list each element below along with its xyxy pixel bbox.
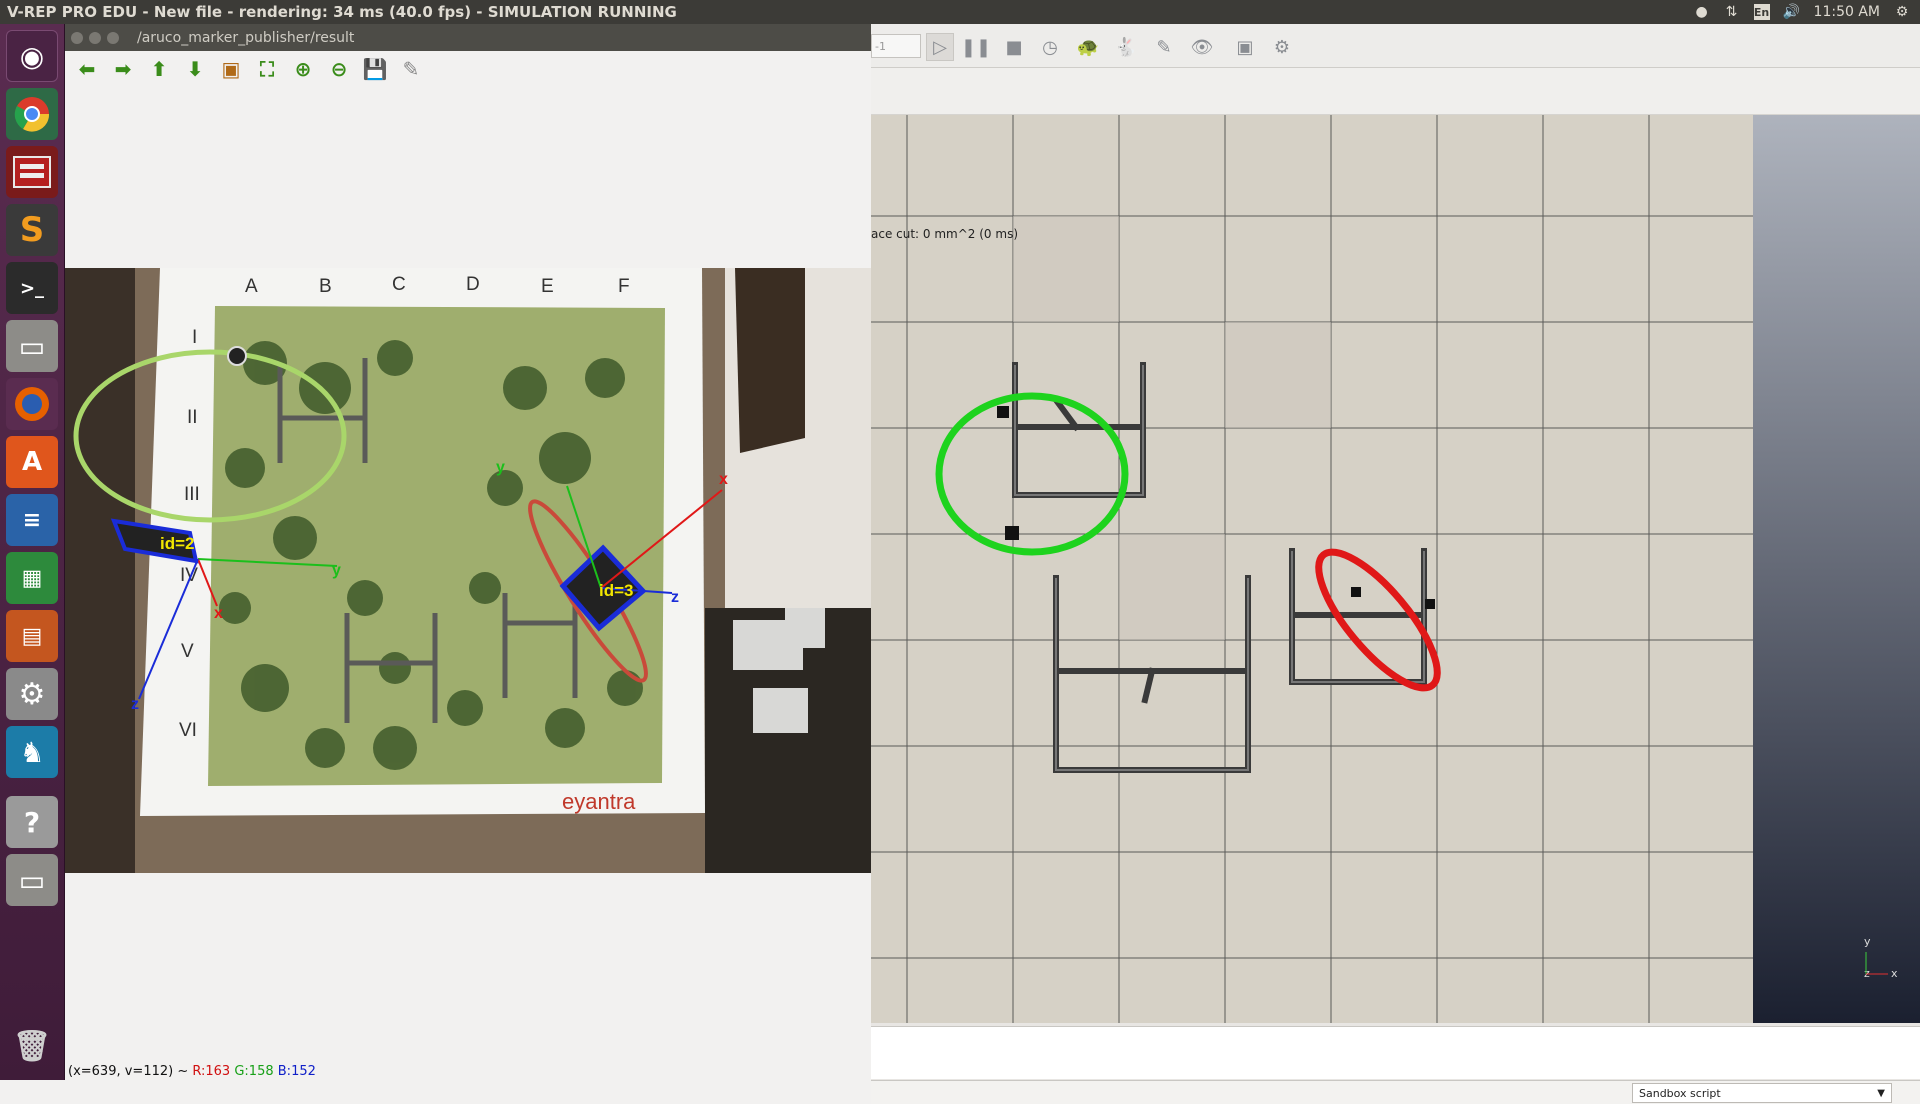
fit-view-icon[interactable]: ⛶: [253, 55, 281, 83]
settings-gear-icon[interactable]: ⚙: [1894, 4, 1910, 20]
zoom-out-icon[interactable]: ⊖: [325, 55, 353, 83]
close-icon[interactable]: [71, 31, 83, 44]
sublime-text-icon[interactable]: S: [6, 204, 58, 256]
image-viewer-window: /aruco_marker_publisher/result ⬅ ➡ ⬆ ⬇ ▣…: [65, 24, 871, 1080]
vrep-subtoolbar: [871, 68, 1920, 115]
chrome-icon[interactable]: [6, 88, 58, 140]
thread-rendering-icon[interactable]: ✎: [1150, 33, 1178, 61]
timestep-combo[interactable]: -1: [871, 34, 921, 58]
command-bar[interactable]: Sandbox script ▼: [871, 1080, 1920, 1104]
faster-rabbit-icon[interactable]: 🐇: [1112, 33, 1140, 61]
ros-turtle-icon[interactable]: ♞: [6, 726, 58, 778]
chrome-tray-icon[interactable]: ●: [1694, 4, 1710, 20]
pixel-coords: (x=639, v=112) ~: [68, 1063, 189, 1079]
play-icon[interactable]: ▷: [926, 33, 954, 61]
help-icon[interactable]: ?: [6, 796, 58, 848]
slower-turtle-icon[interactable]: 🐢: [1074, 33, 1102, 61]
pixel-status-bar: (x=639, v=112) ~ R:163 G:158 B:152: [65, 1062, 871, 1080]
vrep-icon[interactable]: [6, 146, 58, 198]
brush-icon[interactable]: ✎: [397, 55, 425, 83]
save-icon[interactable]: 💾: [361, 55, 389, 83]
marker-3-z-label: z: [671, 589, 679, 606]
scene-background: y z x: [1753, 115, 1920, 1023]
pixel-g-value: G:158: [234, 1063, 274, 1079]
col-label-a: A: [245, 276, 258, 297]
chevron-down-icon: ▼: [1877, 1087, 1885, 1099]
row-label-4: IV: [180, 565, 198, 586]
realtime-icon[interactable]: ◷: [1036, 33, 1064, 61]
scene-render: [871, 115, 1753, 1023]
files-icon[interactable]: ▭: [6, 320, 58, 372]
scene-selector-icon[interactable]: ⚙: [1268, 33, 1296, 61]
col-label-e: E: [541, 276, 554, 297]
image-viewer-title: /aruco_marker_publisher/result: [137, 29, 355, 46]
image-icon[interactable]: ▣: [217, 55, 245, 83]
system-settings-icon[interactable]: ⚙: [6, 668, 58, 720]
row-label-2: II: [187, 407, 198, 428]
axis-y-label: y: [1864, 935, 1871, 948]
calc-icon[interactable]: ▦: [6, 552, 58, 604]
pause-icon[interactable]: ❚❚: [961, 33, 991, 61]
unity-launcher: ◉ S >_ ▭ A ≡ ▦ ▤ ⚙ ♞ ? ▭ 🗑: [0, 24, 65, 1080]
volume-icon[interactable]: 🔊: [1783, 4, 1800, 20]
axis-gizmo: [1865, 952, 1888, 975]
stop-icon[interactable]: ■: [1000, 33, 1028, 61]
script-type-value: Sandbox script: [1639, 1086, 1721, 1100]
arrow-left-icon[interactable]: ⬅: [73, 55, 101, 83]
vrep-toolbar: -1 ▷ ❚❚ ■ ◷ 🐢 🐇 ✎ 👁 ▣ ⚙: [871, 24, 1920, 68]
firefox-icon[interactable]: [6, 378, 58, 430]
marker-3-y-label: y: [496, 459, 505, 476]
image-viewer-titlebar[interactable]: /aruco_marker_publisher/result: [65, 24, 871, 51]
visualization-eye-icon[interactable]: 👁: [1188, 33, 1216, 61]
terminal-icon[interactable]: >_: [6, 262, 58, 314]
ubuntu-dash-icon[interactable]: ◉: [6, 30, 58, 82]
marker-2-y-label: y: [332, 562, 341, 579]
system-tray: ● ⇅ En 🔊 11:50 AM ⚙: [1694, 0, 1920, 24]
system-top-bar: V-REP PRO EDU - New file - rendering: 34…: [0, 0, 1920, 24]
col-label-b: B: [319, 276, 332, 297]
marker-2-x-label: x: [214, 605, 223, 622]
col-label-d: D: [466, 274, 480, 295]
vrep-window: -1 ▷ ❚❚ ■ ◷ 🐢 🐇 ✎ 👁 ▣ ⚙ ace cut: 0 mm^2 …: [871, 24, 1920, 1104]
maximize-icon[interactable]: [107, 31, 119, 44]
zoom-in-icon[interactable]: ⊕: [289, 55, 317, 83]
keyboard-layout[interactable]: En: [1753, 4, 1770, 20]
col-label-c: C: [392, 274, 406, 295]
row-label-5: V: [181, 641, 194, 662]
page-selector-icon[interactable]: ▣: [1231, 33, 1259, 61]
marker-3-x-label: x: [719, 471, 728, 488]
eyantra-logo-text: eyantra: [562, 789, 636, 814]
arrow-up-icon[interactable]: ⬆: [145, 55, 173, 83]
files-icon-2[interactable]: ▭: [6, 854, 58, 906]
marker-2-z-label: z: [131, 696, 139, 713]
script-type-dropdown[interactable]: Sandbox script ▼: [1632, 1083, 1892, 1103]
writer-icon[interactable]: ≡: [6, 494, 58, 546]
row-label-1: I: [192, 327, 197, 348]
message-area[interactable]: [871, 1026, 1920, 1079]
pixel-b-value: B:152: [277, 1063, 316, 1079]
impress-icon[interactable]: ▤: [6, 610, 58, 662]
arrow-right-icon[interactable]: ➡: [109, 55, 137, 83]
row-label-3: III: [184, 484, 200, 505]
col-label-f: F: [618, 276, 630, 297]
row-label-6: VI: [179, 720, 197, 741]
scene-overlay-text: ace cut: 0 mm^2 (0 ms): [871, 227, 1018, 241]
clock[interactable]: 11:50 AM: [1814, 4, 1880, 20]
scene-viewport[interactable]: ace cut: 0 mm^2 (0 ms): [871, 115, 1753, 1023]
image-viewer-toolbar: ⬅ ➡ ⬆ ⬇ ▣ ⛶ ⊕ ⊖ 💾 ✎: [65, 51, 871, 87]
network-icon[interactable]: ⇅: [1724, 4, 1740, 20]
camera-image[interactable]: A B C D E F I II III IV V VI eyantra id=…: [65, 268, 871, 873]
arrow-down-icon[interactable]: ⬇: [181, 55, 209, 83]
window-title: V-REP PRO EDU - New file - rendering: 34…: [7, 3, 677, 21]
pixel-r-value: R:163: [192, 1063, 231, 1079]
trash-icon[interactable]: 🗑: [6, 1020, 58, 1072]
marker-2-label: id=2: [160, 534, 195, 553]
software-center-icon[interactable]: A: [6, 436, 58, 488]
marker-3-label: id=3: [599, 581, 634, 600]
minimize-icon[interactable]: [89, 31, 101, 44]
